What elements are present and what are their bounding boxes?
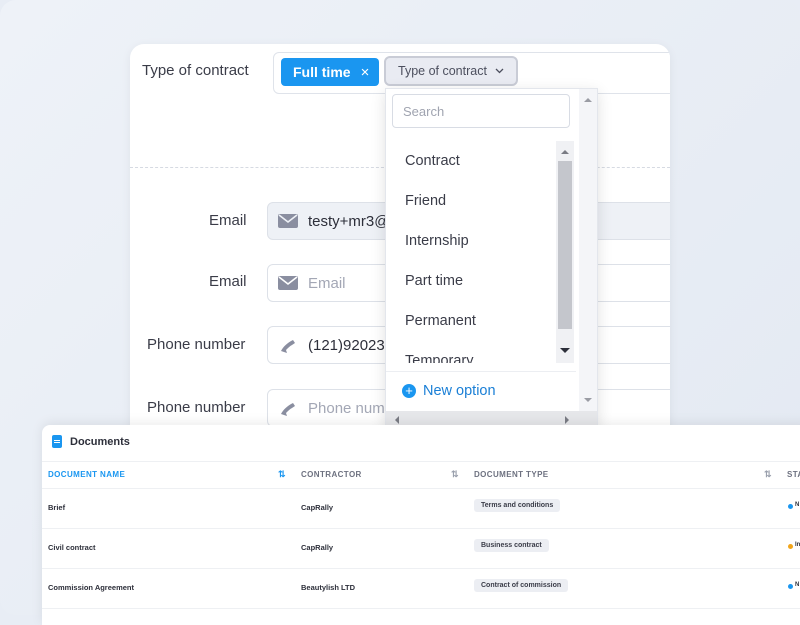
option-part-time[interactable]: Part time [386,261,556,301]
type-button-label: Type of contract [398,64,487,78]
option-list-scrollbar[interactable] [556,141,574,363]
option-permanent[interactable]: Permanent [386,301,556,341]
column-document-name[interactable]: DOCUMENT NAME [48,470,125,479]
cell-document-name: Civil contract [48,543,96,552]
dropdown-search-input[interactable]: Search [392,94,570,128]
phone-label-2: Phone number [147,399,246,416]
phone-placeholder: Phone numb [308,399,394,417]
contract-type-dropdown-button[interactable]: Type of contract [384,56,518,86]
column-contractor[interactable]: CONTRACTOR [301,470,362,479]
cell-contractor: CapRally [301,543,334,552]
new-option-label: New option [423,382,496,399]
document-type-tag: Contract of commission [474,579,569,592]
scroll-down-arrow-icon[interactable] [556,343,574,357]
mail-icon [278,214,298,228]
status-dot [788,584,793,589]
status-badge: N [795,502,800,508]
email-placeholder: Email [308,274,346,292]
scroll-down-arrow-icon[interactable] [579,393,597,407]
status-dot [788,504,793,509]
sort-icon[interactable]: ⇅ [278,469,286,480]
scrollbar-thumb[interactable] [558,161,572,329]
email-label-2: Email [209,273,247,290]
option-contract[interactable]: Contract [386,141,556,181]
documents-card: Documents DOCUMENT NAME ⇅ CONTRACTOR ⇅ D… [42,425,800,625]
status-dot [788,544,793,549]
scroll-up-arrow-icon[interactable] [579,93,597,107]
dropdown-scrollbar[interactable] [579,89,597,411]
option-temporary[interactable]: Temporary [386,341,556,363]
mail-icon [278,276,298,290]
documents-title: Documents [70,435,130,448]
option-friend[interactable]: Friend [386,181,556,221]
phone-icon [281,340,295,353]
table-header: DOCUMENT NAME ⇅ CONTRACTOR ⇅ DOCUMENT TY… [42,461,800,489]
scroll-up-arrow-icon[interactable] [556,145,574,159]
cell-contractor: CapRally [301,503,334,512]
contract-type-label: Type of contract [142,62,249,79]
plus-icon: + [402,383,416,398]
new-option-button[interactable]: + New option [386,371,576,409]
column-document-type[interactable]: DOCUMENT TYPE [474,470,549,479]
option-list: Contract Friend Internship Part time Per… [386,141,556,363]
status-badge: In [795,542,800,548]
documents-header: Documents [52,435,130,448]
chip-label: Full time [293,64,351,80]
sort-icon[interactable]: ⇅ [451,469,459,480]
phone-label-1: Phone number [147,336,246,353]
full-time-chip: Full time × [281,58,380,86]
phone-icon [281,403,295,416]
document-icon [52,435,62,448]
contract-type-dropdown: Search Contract Friend Internship Part t… [385,88,598,430]
document-type-tag: Business contract [474,539,549,552]
option-internship[interactable]: Internship [386,221,556,261]
sort-icon[interactable]: ⇅ [764,469,772,480]
chip-remove-icon[interactable]: × [361,64,370,81]
table-row[interactable]: Commission Agreement Beautylish LTD Cont… [42,568,800,609]
document-type-tag: Terms and conditions [474,499,561,512]
chevron-down-icon [495,68,504,74]
column-status[interactable]: STA [787,470,800,479]
cell-document-name: Brief [48,503,66,512]
email-label-1: Email [209,212,247,229]
cell-document-name: Commission Agreement [48,583,134,592]
status-badge: N [795,582,800,588]
cell-contractor: Beautylish LTD [301,583,356,592]
table-row[interactable]: Civil contract CapRally Business contrac… [42,528,800,569]
email-value: testy+mr3@ [308,212,390,230]
table-row[interactable]: Brief CapRally Terms and conditions N [42,488,800,529]
